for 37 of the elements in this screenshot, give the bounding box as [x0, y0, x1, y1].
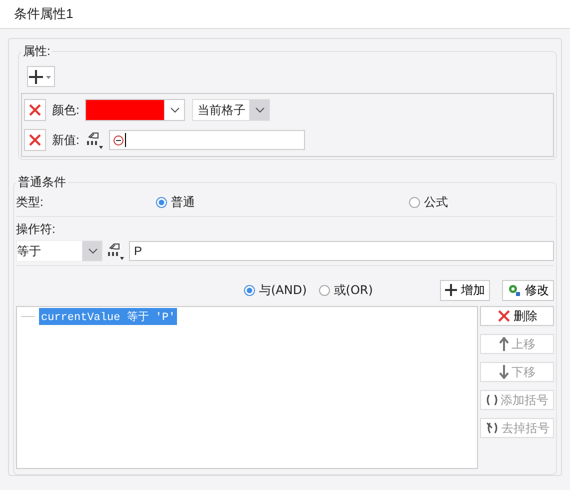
parentheses-icon [486, 394, 498, 406]
remove-parentheses-icon [484, 421, 498, 435]
operator-dropdown[interactable]: 等于 [16, 240, 103, 262]
edit-button[interactable]: 修改 [502, 280, 554, 300]
color-dropdown[interactable] [85, 99, 186, 121]
arrow-up-icon [498, 337, 508, 351]
remove-button[interactable] [24, 99, 46, 121]
text-type-icon[interactable] [85, 130, 106, 150]
property-label: 颜色: [52, 102, 80, 118]
value-field[interactable] [109, 130, 306, 150]
arrow-down-icon [498, 365, 508, 379]
property-label: 新值: [52, 132, 80, 148]
logic-radio[interactable]: 或(OR) [318, 282, 373, 298]
close-icon [28, 103, 42, 117]
operator-label: 操作符: [16, 220, 56, 238]
list-action-button[interactable]: 删除 [480, 306, 554, 326]
add-button[interactable]: 增加 [440, 280, 490, 300]
chevron-down-icon [254, 107, 265, 113]
remove-button[interactable] [24, 129, 46, 151]
text-type-icon[interactable] [106, 241, 126, 261]
value-field[interactable]: P [129, 241, 554, 261]
scope-dropdown[interactable]: 当前格子 [192, 99, 270, 121]
close-icon [496, 309, 510, 323]
plus-icon [445, 284, 457, 296]
type-radio[interactable]: 普通 [156, 194, 195, 210]
section-legend: 普通条件 [16, 174, 68, 191]
logic-radio[interactable]: 与(AND) [244, 282, 307, 298]
chevron-down-icon [88, 248, 98, 254]
add-property-button[interactable] [27, 66, 55, 87]
section-legend: 属性: [21, 43, 52, 60]
window-title: 条件属性1 [14, 5, 74, 23]
minus-circle-icon [113, 134, 124, 146]
close-icon [28, 133, 42, 147]
chevron-down-icon [170, 107, 180, 113]
type-radio[interactable]: 公式 [409, 194, 448, 210]
plus-icon [29, 70, 53, 84]
type-label: 类型: [16, 194, 44, 210]
